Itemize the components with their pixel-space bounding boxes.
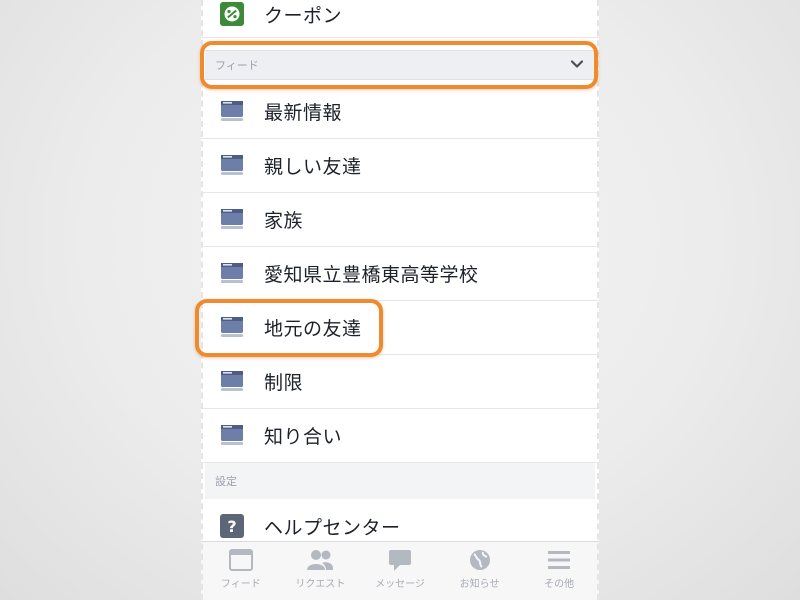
- feed-list-label: 愛知県立豊橋東高等学校: [264, 263, 479, 286]
- more-menu-icon: [548, 551, 571, 569]
- feed-list-icon: [218, 367, 246, 395]
- notifications-globe-icon: [469, 550, 490, 570]
- feed-list-item[interactable]: 愛知県立豊橋東高等学校: [201, 246, 599, 301]
- feed-list-icon: [218, 313, 246, 341]
- tab-notifications[interactable]: お知らせ: [440, 542, 520, 600]
- feed-list-label: 地元の友達: [264, 317, 362, 340]
- chevron-down-icon[interactable]: [569, 56, 585, 76]
- feed-list-label: 制限: [264, 371, 304, 394]
- feed-list-icon: [218, 205, 246, 233]
- tab-requests[interactable]: リクエスト: [281, 542, 361, 600]
- help-icon: ?: [218, 512, 246, 540]
- feed-list-label: 最新情報: [264, 101, 343, 124]
- messages-icon: [388, 550, 411, 571]
- section-header-label: 設定: [215, 475, 237, 488]
- tab-feed[interactable]: フィード: [201, 542, 281, 600]
- svg-text:?: ?: [227, 517, 236, 536]
- feed-list-label: 家族: [264, 209, 304, 232]
- tab-label: お知らせ: [459, 579, 500, 590]
- feed-list-item[interactable]: 制限: [201, 354, 599, 409]
- feed-list-item[interactable]: 地元の友達: [201, 300, 599, 355]
- feed-section-header[interactable]: フィード: [205, 50, 595, 80]
- feed-list-icon: [218, 97, 246, 125]
- tab-more[interactable]: その他: [519, 542, 599, 600]
- feed-list-item[interactable]: 知り合い: [201, 408, 599, 463]
- tab-messages[interactable]: メッセージ: [360, 542, 440, 600]
- feed-list-item[interactable]: 親しい友達: [201, 138, 599, 193]
- tab-label: その他: [544, 579, 575, 590]
- feed-list-item[interactable]: 家族: [201, 192, 599, 247]
- feed-icon: [228, 549, 253, 571]
- feed-list-icon: [218, 421, 246, 449]
- phone-screen: クーポン フィード 最新情報親しい友達家族愛知県立豊橋東高等学校 地元の友達制限知…: [201, 0, 599, 600]
- menu-item-label: ヘルプセンター: [264, 516, 401, 539]
- feed-list-label: 知り合い: [264, 425, 343, 448]
- bottom-tab-bar: フィード リクエスト メッセージ お知らせ その他: [201, 541, 599, 600]
- settings-section-header: 設定: [205, 463, 595, 499]
- tab-label: フィード: [220, 579, 261, 590]
- feed-list-item[interactable]: 最新情報: [201, 84, 599, 139]
- menu-item-label: クーポン: [264, 4, 343, 27]
- menu-item-coupon[interactable]: クーポン: [201, 0, 599, 38]
- tab-label: メッセージ: [375, 579, 425, 590]
- friend-requests-icon: [307, 550, 334, 570]
- feed-list-icon: [218, 151, 246, 179]
- feed-list-icon: [218, 259, 246, 287]
- feed-list-label: 親しい友達: [264, 155, 362, 178]
- tab-label: リクエスト: [295, 579, 346, 590]
- section-header-label: フィード: [215, 59, 259, 72]
- coupon-icon: [218, 0, 246, 28]
